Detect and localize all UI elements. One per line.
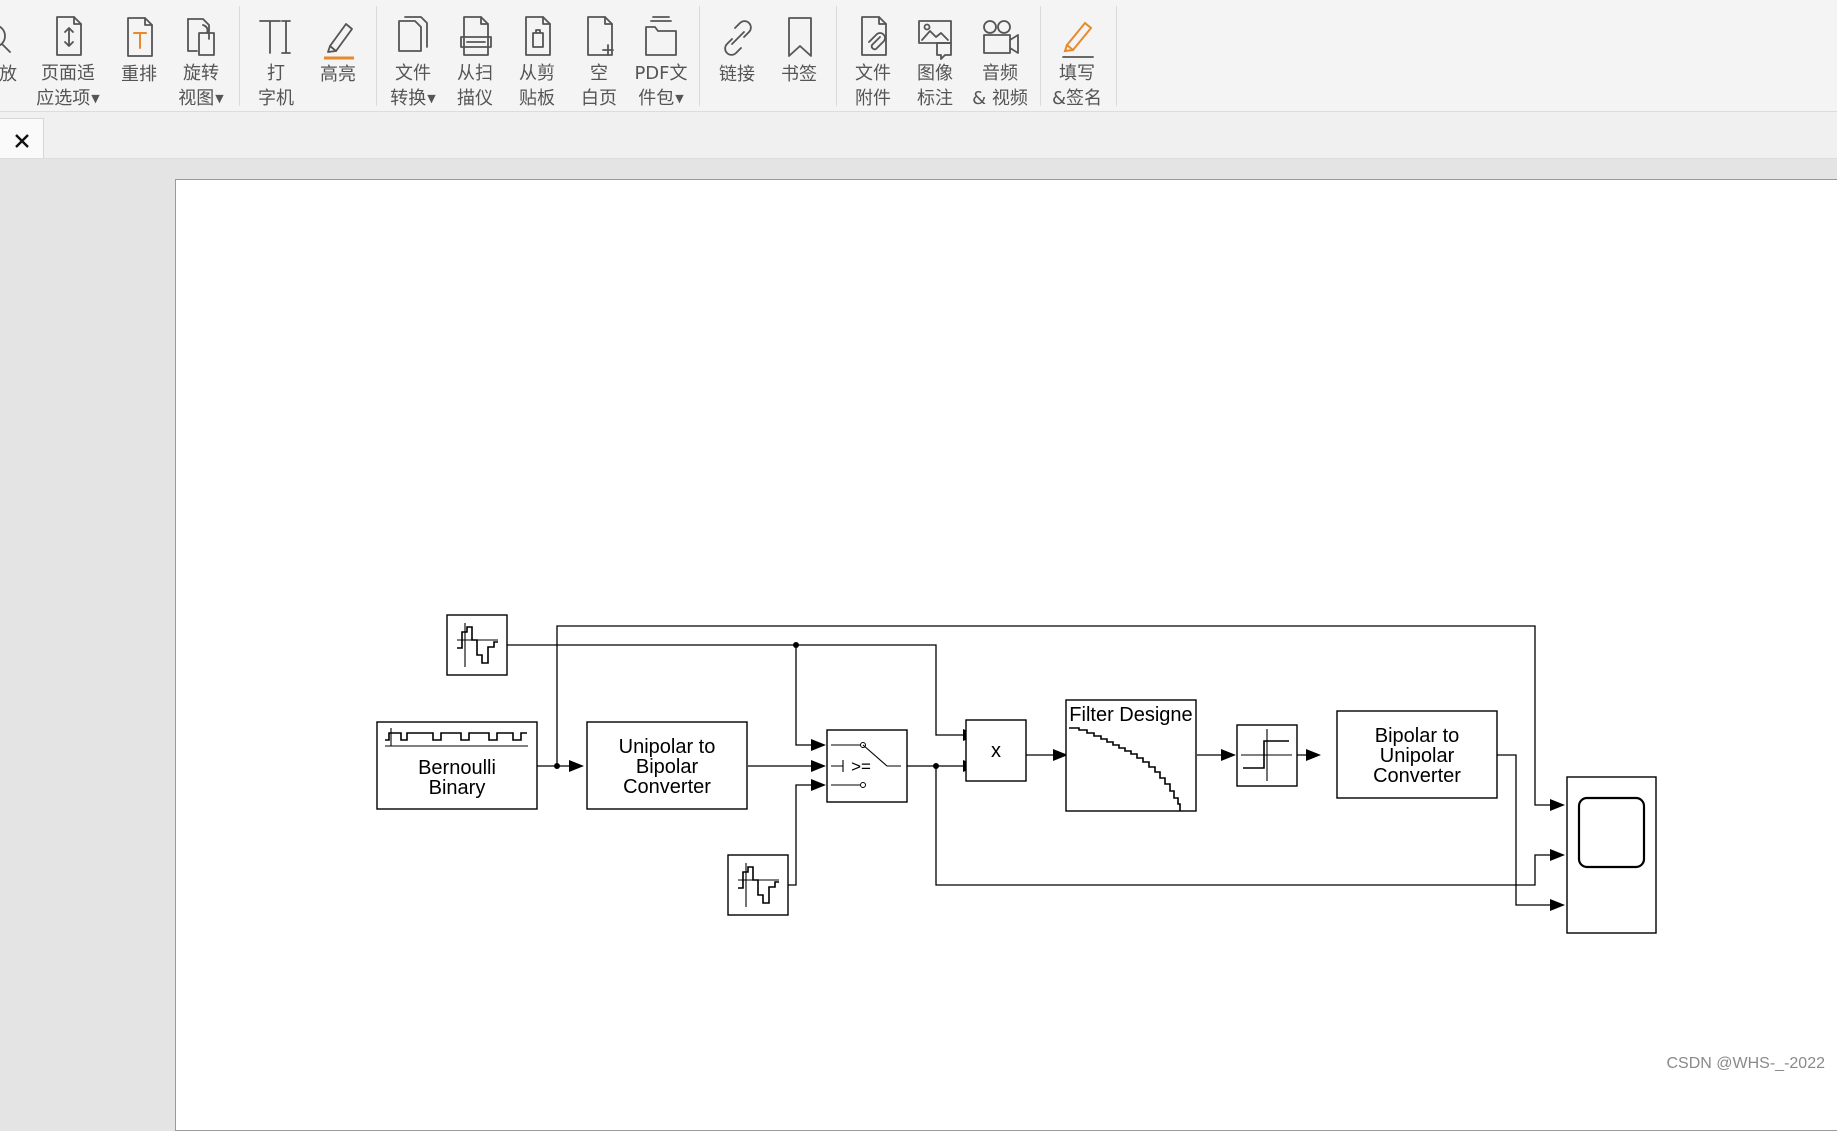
toolbar-separator <box>376 6 377 106</box>
convert-icon <box>393 0 433 61</box>
bernoulli-label-1: Bernoulli <box>418 757 496 779</box>
filter-designer-block[interactable]: Filter Designe <box>1065 699 1197 812</box>
fill-sign-label-2: &签名 <box>1051 88 1103 109</box>
reflow-icon <box>119 0 159 62</box>
bipolar-label-1: Bipolar to <box>1375 725 1460 747</box>
unipolar-label-3: Converter <box>623 776 711 798</box>
from-clipboard-label-2: 贴板 <box>519 88 555 109</box>
bookmark-label-1: 书签 <box>781 64 817 85</box>
from-clipboard-label-1: 从剪 <box>519 63 555 84</box>
fit-page-icon <box>48 0 88 61</box>
blank-page-icon <box>579 0 619 61</box>
attachment-icon <box>853 0 893 61</box>
link-icon <box>717 0 757 62</box>
watermark: CSDN @WHS-_-2022 <box>1666 1055 1826 1072</box>
relay-block[interactable] <box>1236 724 1298 787</box>
image-annotation-label-1: 图像 <box>917 63 953 84</box>
blank-page-label-2: 白页 <box>581 88 617 109</box>
unipolar-label-1: Unipolar to <box>619 736 716 758</box>
random-source-bottom[interactable] <box>727 854 789 916</box>
convert-label-2: 转换▼ <box>390 88 436 109</box>
typewriter-icon <box>256 0 296 61</box>
random-source-top[interactable] <box>446 614 508 676</box>
filter-label: Filter Designe <box>1069 704 1192 726</box>
attachment-label-2: 附件 <box>855 88 891 109</box>
unipolar-to-bipolar-block[interactable]: Unipolar to Bipolar Converter <box>586 721 748 810</box>
tab-bar <box>0 112 1837 159</box>
blank-page-label-1: 空 <box>590 63 608 84</box>
fill-sign-icon <box>1057 0 1097 61</box>
scope-block[interactable] <box>1566 776 1657 934</box>
bipolar-label-3: Converter <box>1373 765 1461 787</box>
zoom-icon <box>0 0 28 62</box>
caret-down-icon: ▼ <box>675 92 684 105</box>
rotate-button[interactable]: 旋转视图▼ <box>161 0 241 111</box>
toolbar-separator <box>1040 6 1041 106</box>
bipolar-label-2: Unipolar <box>1380 745 1455 767</box>
pdf-portfolio-label-2: 件包▼ <box>638 88 684 109</box>
toolbar-separator <box>699 6 700 106</box>
rotate-icon <box>181 0 221 61</box>
rotate-label-2: 视图▼ <box>178 88 224 109</box>
pdf-page: Bernoulli Binary Unipolar to Bipolar Con… <box>175 179 1837 1131</box>
caret-down-icon: ▼ <box>215 92 224 105</box>
switch-block[interactable]: >= <box>826 729 908 803</box>
bipolar-to-unipolar-block[interactable]: Bipolar to Unipolar Converter <box>1336 710 1498 799</box>
product-label: x <box>991 740 1001 762</box>
typewriter-label-1: 打 <box>267 63 285 84</box>
pdf-portfolio-label-1: PDF文 <box>634 63 688 84</box>
toolbar: 放页面适 应选项▼ 重排 旋转 视图▼ 打字机 高亮 文件 转换▼ 从扫 描仪 从剪 贴板空白页 PDF文… <box>0 0 1837 112</box>
document-tab[interactable] <box>0 118 44 158</box>
pdf-portfolio-icon <box>641 0 681 61</box>
audio-video-icon <box>980 0 1020 61</box>
bookmark-button[interactable]: 书签 <box>759 0 839 111</box>
fit-page-label-2: 应选项▼ <box>36 88 100 109</box>
toolbar-separator <box>1116 6 1117 106</box>
audio-video-label-2: & 视频 <box>972 88 1028 109</box>
from-scanner-label-1: 从扫 <box>457 63 493 84</box>
close-icon[interactable] <box>14 133 30 153</box>
rotate-label-1: 旋转 <box>183 63 219 84</box>
simulink-diagram: Bernoulli Binary Unipolar to Bipolar Con… <box>376 614 1657 934</box>
audio-video-button[interactable]: 音频 & 视频 <box>960 0 1040 111</box>
audio-video-label-1: 音频 <box>982 63 1018 84</box>
bernoulli-binary-block[interactable]: Bernoulli Binary <box>376 721 538 810</box>
from-scanner-icon <box>455 0 495 61</box>
highlight-button[interactable]: 高亮 <box>298 0 378 111</box>
fill-sign-label-1: 填写 <box>1059 63 1095 84</box>
from-scanner-label-2: 描仪 <box>457 88 493 109</box>
attachment-label-1: 文件 <box>855 63 891 84</box>
highlight-label-1: 高亮 <box>320 64 356 85</box>
zoom-label-1: 放 <box>0 64 17 85</box>
image-annotation-icon <box>915 0 955 61</box>
unipolar-label-2: Bipolar <box>636 756 699 778</box>
bernoulli-label-2: Binary <box>429 777 486 799</box>
switch-label: >= <box>851 757 871 776</box>
pdf-portfolio-button[interactable]: PDF文件包▼ <box>621 0 701 111</box>
highlight-icon <box>318 0 358 62</box>
toolbar-separator <box>239 6 240 106</box>
product-block[interactable]: x <box>965 719 1027 782</box>
from-clipboard-icon <box>517 0 557 61</box>
reflow-label-1: 重排 <box>121 64 157 85</box>
toolbar-separator <box>836 6 837 106</box>
bookmark-icon <box>779 0 819 62</box>
fill-sign-button[interactable]: 填写 &签名 <box>1037 0 1117 111</box>
fit-page-button[interactable]: 页面适应选项▼ <box>28 0 108 111</box>
convert-label-1: 文件 <box>395 63 431 84</box>
image-annotation-label-2: 标注 <box>917 88 953 109</box>
link-label-1: 链接 <box>719 64 755 85</box>
fit-page-label-1: 页面适 <box>41 63 95 84</box>
typewriter-label-2: 字机 <box>258 88 294 109</box>
